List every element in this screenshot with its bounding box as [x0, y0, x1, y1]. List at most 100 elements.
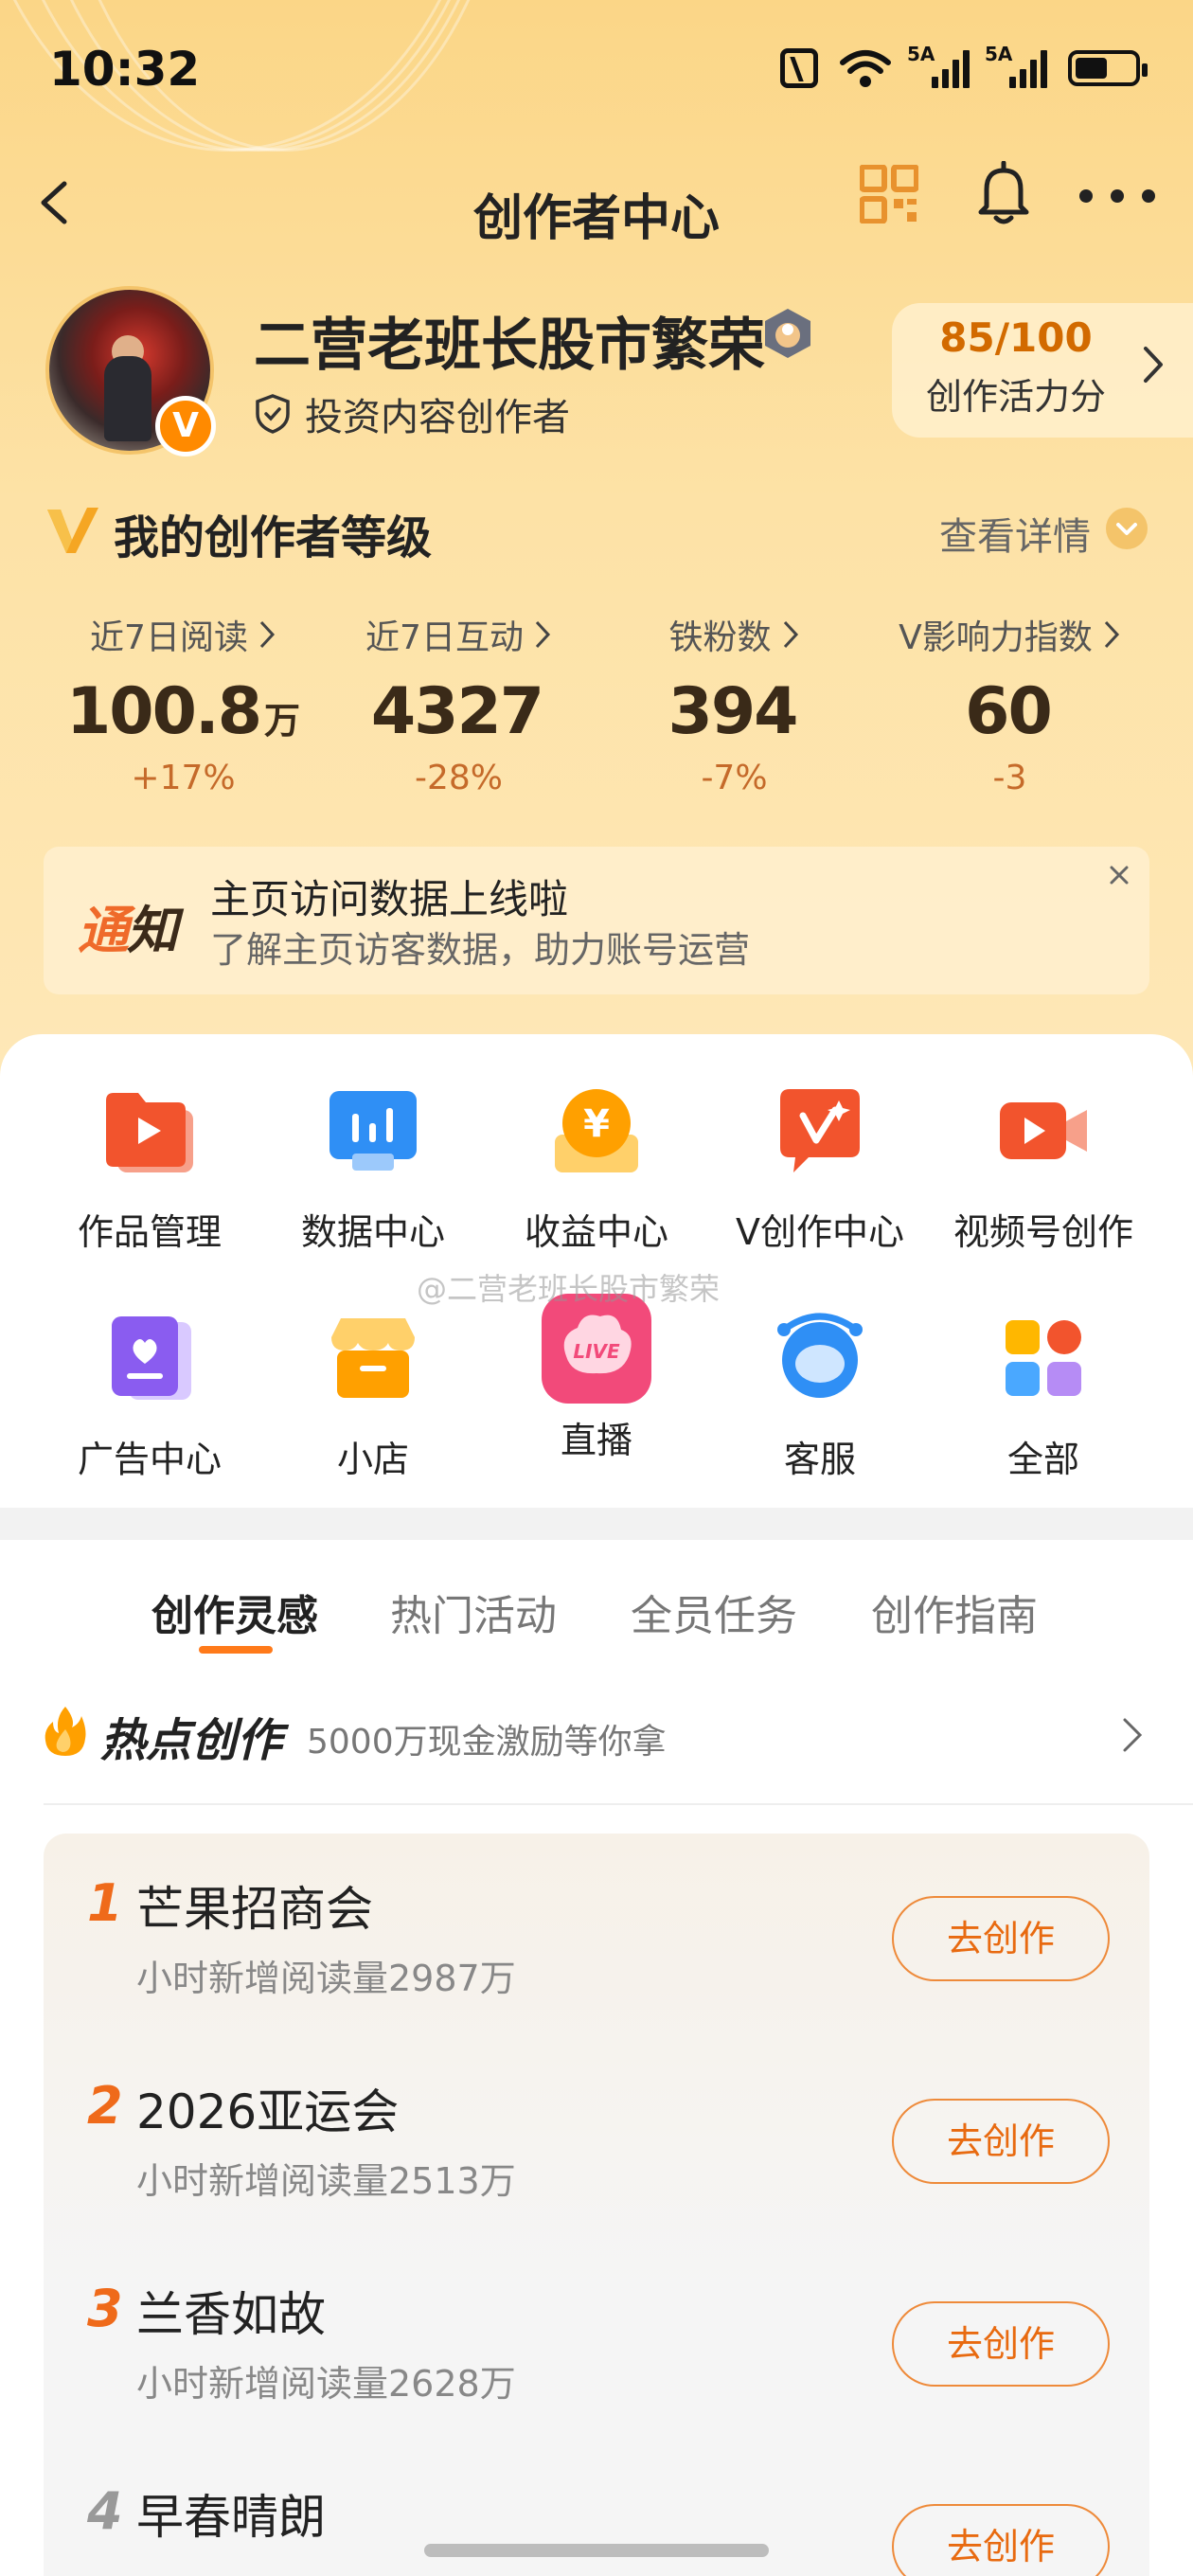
hot-creation-header[interactable]: 热点创作 5000万现金激励等你拿	[44, 1701, 1149, 1767]
hot-topics-list: 1 芒果招商会 小时新增阅读量2987万 去创作 2 2026亚运会 小时新增阅…	[44, 1834, 1149, 2576]
stat-reads[interactable]: 近7日阅读 100.8 万 +17%	[45, 606, 321, 814]
stat-fans[interactable]: 铁粉数 394 -7%	[596, 606, 872, 814]
svg-text:LIVE: LIVE	[573, 1340, 620, 1363]
divider	[44, 1803, 1193, 1805]
stat-value: 4327	[370, 674, 544, 749]
works-management-icon	[106, 1093, 193, 1172]
active-tab-indicator	[199, 1646, 273, 1654]
grid-item-video[interactable]: 视频号创作	[932, 1082, 1155, 1255]
grid-label: 作品管理	[77, 1211, 222, 1253]
tab-inspiration[interactable]: 创作灵感	[151, 1582, 318, 1642]
stat-label: 近7日阅读	[45, 606, 321, 663]
nfc-icon	[780, 48, 818, 88]
cellular-signal-icon: 5A	[907, 43, 970, 88]
stat-change: -3	[992, 759, 1027, 797]
rank-number: 4	[87, 2481, 123, 2541]
chevron-right-icon	[783, 620, 798, 649]
grid-item-income[interactable]: ¥ 收益中心	[485, 1082, 708, 1255]
network-type-label: 5A	[907, 43, 935, 65]
stat-interactions[interactable]: 近7日互动 4327 -28%	[321, 606, 596, 814]
stat-value: 100.8 万	[65, 674, 301, 749]
chevron-right-icon	[1144, 347, 1163, 383]
topic-title: 2026亚运会	[136, 2084, 400, 2139]
chevron-down-icon[interactable]	[1106, 508, 1148, 549]
home-indicator[interactable]	[424, 2544, 769, 2557]
creator-type-text: 投资内容创作者	[305, 396, 570, 439]
rank-number: 3	[87, 2279, 123, 2338]
stat-change: -28%	[414, 759, 503, 797]
customer-service-icon	[777, 1313, 863, 1398]
close-icon[interactable]	[1100, 856, 1138, 894]
rank-number: 2	[87, 2076, 123, 2136]
grid-label: 数据中心	[300, 1211, 445, 1253]
stat-influence[interactable]: V影响力指数 60 -3	[872, 606, 1148, 814]
qr-code-icon[interactable]	[860, 165, 918, 224]
more-dots-icon[interactable]	[1079, 172, 1155, 220]
creator-type-label: 投资内容创作者	[254, 386, 570, 441]
create-button[interactable]: 去创作	[892, 1896, 1110, 1981]
grid-item-shop[interactable]: 小店	[261, 1309, 485, 1482]
create-button[interactable]: 去创作	[892, 2099, 1110, 2184]
grid-label: 客服	[783, 1439, 856, 1480]
all-apps-icon	[1006, 1320, 1081, 1396]
stat-label: 铁粉数	[596, 606, 872, 663]
vitality-score: 85/100	[939, 314, 1093, 361]
tab-bar: 创作灵感 热门活动 全员任务 创作指南	[0, 1540, 1193, 1663]
ad-center-icon	[112, 1316, 191, 1400]
creator-level-row[interactable]: 我的创作者等级 查看详情	[45, 498, 1148, 564]
stat-change: -7%	[701, 759, 768, 797]
tab-hot-events[interactable]: 热门活动	[390, 1582, 557, 1642]
create-button[interactable]: 去创作	[892, 2301, 1110, 2387]
view-details-link[interactable]: 查看详情	[939, 506, 1091, 561]
status-icons: 5A 5A	[780, 43, 1148, 89]
grid-item-live[interactable]: LIVE 直播	[485, 1290, 708, 1463]
topic-title: 芒果招商会	[136, 1882, 373, 1937]
create-button[interactable]: 去创作	[892, 2504, 1110, 2576]
shield-icon	[256, 394, 290, 434]
hot-creation-title: 热点创作	[100, 1714, 283, 1767]
tab-guide[interactable]: 创作指南	[871, 1582, 1038, 1642]
list-item[interactable]: 3 兰香如故 小时新增阅读量2628万 去创作	[44, 2239, 1149, 2442]
fire-icon	[45, 1707, 86, 1756]
network-type-label: 5A	[985, 43, 1013, 65]
tab-all-tasks[interactable]: 全员任务	[631, 1582, 797, 1642]
grid-item-data-center[interactable]: 数据中心	[261, 1082, 485, 1255]
chevron-right-icon	[1104, 620, 1119, 649]
grid-item-v-creation[interactable]: V创作中心	[708, 1082, 932, 1255]
stat-label: 近7日互动	[321, 606, 596, 663]
video-creation-icon	[1000, 1102, 1087, 1159]
grid-label: 收益中心	[524, 1211, 668, 1253]
grid-item-works[interactable]: 作品管理	[38, 1082, 261, 1255]
grid-label: 直播	[560, 1420, 632, 1461]
tools-grid: 作品管理 数据中心 ¥ 收益中心 V创作中心 视频号创作 广告中心 小店 LIV…	[0, 1034, 1193, 1508]
username: 二营老班长股市繁荣	[254, 313, 765, 379]
creator-level-title: 我的创作者等级	[114, 511, 433, 564]
topic-stats: 小时新增阅读量2987万	[136, 1958, 516, 1999]
grid-label: V创作中心	[736, 1211, 904, 1253]
chevron-right-icon	[259, 620, 275, 649]
cellular-signal-icon: 5A	[985, 43, 1047, 88]
stat-change: +17%	[131, 759, 236, 797]
status-time: 10:32	[49, 42, 201, 97]
chevron-right-icon	[1123, 1718, 1143, 1752]
v-creation-icon	[780, 1089, 860, 1172]
notice-banner[interactable]: 通知 主页访问数据上线啦 了解主页访客数据，助力账号运营	[44, 847, 1149, 994]
topic-title: 兰香如故	[136, 2287, 326, 2342]
list-item[interactable]: 2 2026亚运会 小时新增阅读量2513万 去创作	[44, 2036, 1149, 2239]
list-item[interactable]: 1 芒果招商会 小时新增阅读量2987万 去创作	[44, 1834, 1149, 2036]
grid-item-customer-service[interactable]: 客服	[708, 1309, 932, 1482]
content-section: 创作灵感 热门活动 全员任务 创作指南 热点创作 5000万现金激励等你拿 1 …	[0, 1540, 1193, 2576]
verified-badge: V	[155, 396, 216, 456]
topic-title: 早春晴朗	[136, 2490, 326, 2545]
stats-row: 近7日阅读 100.8 万 +17% 近7日互动 4327 -28% 铁粉数 39…	[45, 606, 1148, 814]
status-bar: 10:32 5A 5A	[0, 0, 1193, 142]
level-badge-icon	[765, 309, 810, 358]
grid-item-ads[interactable]: 广告中心	[38, 1309, 261, 1482]
topic-stats: 小时新增阅读量2513万	[136, 2160, 516, 2202]
grid-item-all[interactable]: 全部	[932, 1309, 1155, 1482]
topic-stats: 小时新增阅读量2628万	[136, 2363, 516, 2405]
bell-icon[interactable]	[973, 161, 1034, 227]
vitality-score-card[interactable]: 85/100 创作活力分	[892, 303, 1193, 438]
stat-value: 60	[965, 674, 1053, 749]
rank-number: 1	[87, 1873, 123, 1933]
